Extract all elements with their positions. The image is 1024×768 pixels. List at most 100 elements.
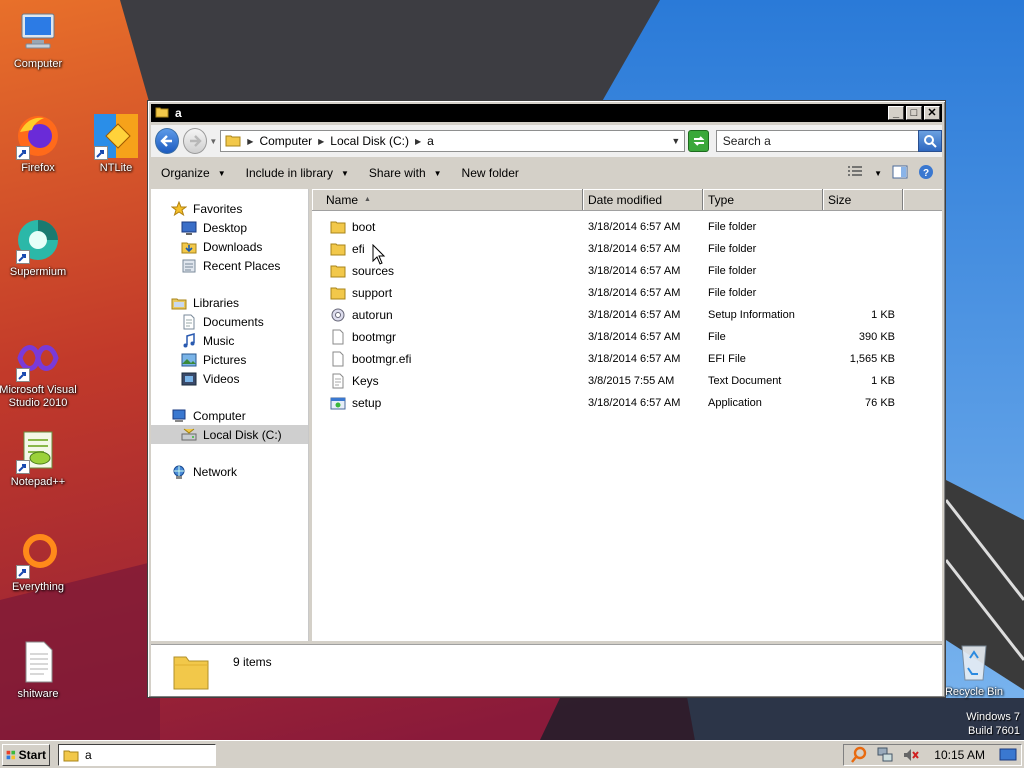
item-count: 9 items	[233, 655, 272, 669]
desktop-icon-supermium[interactable]: Supermium	[0, 216, 80, 279]
nav-music[interactable]: Music	[151, 331, 308, 350]
address-bar[interactable]: ▶ Computer ▶ Local Disk (C:) ▶ a ▼	[220, 130, 686, 152]
column-size[interactable]: Size	[823, 189, 903, 210]
desktop-icon-computer[interactable]: Computer	[0, 8, 80, 71]
recycle-bin-icon	[950, 636, 998, 684]
column-name[interactable]: Name ▲	[312, 189, 583, 210]
refresh-button[interactable]	[688, 130, 709, 152]
desktop-icon-firefox[interactable]: Firefox	[0, 112, 80, 175]
search-everything-tray-icon[interactable]	[850, 746, 868, 764]
watermark-line2: Build 7601	[968, 725, 1020, 737]
file-row[interactable]: setup 3/18/2014 6:57 AM Application 76 KB	[312, 392, 942, 414]
recent-pages-dropdown[interactable]: ▼	[209, 137, 217, 146]
file-name-cell[interactable]: autorun	[312, 307, 583, 323]
nav-recent-places[interactable]: Recent Places	[151, 256, 308, 275]
sort-up-icon: ▲	[364, 196, 371, 203]
desktop-icon-everything[interactable]: Everything	[0, 531, 80, 594]
taskbar-item-explorer[interactable]: a	[58, 743, 216, 766]
new-folder-button[interactable]: New folder	[452, 166, 529, 180]
file-row[interactable]: bootmgr.efi 3/18/2014 6:57 AM EFI File 1,56…	[312, 348, 942, 370]
forward-button[interactable]	[183, 128, 208, 154]
libraries-icon	[171, 298, 187, 309]
nav-videos[interactable]: Videos	[151, 369, 308, 388]
file-row[interactable]: sources 3/18/2014 6:57 AM File folder	[312, 260, 942, 282]
file-name-cell[interactable]: Keys	[312, 373, 583, 389]
nav-local-disk[interactable]: Local Disk (C:)	[151, 425, 308, 444]
file-name-cell[interactable]: efi	[312, 241, 583, 257]
search-input[interactable]: Search a	[715, 130, 942, 152]
setup-info-icon	[330, 307, 346, 323]
column-date[interactable]: Date modified	[583, 189, 703, 210]
nav-computer[interactable]: Computer	[151, 406, 308, 425]
file-row[interactable]: Keys 3/8/2015 7:55 AM Text Document 1 KB	[312, 370, 942, 392]
details-pane: 9 items	[151, 644, 942, 696]
file-name-cell[interactable]: sources	[312, 263, 583, 279]
minimize-button[interactable]: _	[888, 106, 904, 120]
chevron-right-icon[interactable]: ▶	[247, 137, 253, 146]
desktop-icon-notepadpp[interactable]: Notepad++	[0, 426, 80, 489]
share-with-button[interactable]: Share with ▼	[359, 166, 452, 180]
view-options-dropdown[interactable]: ▼	[874, 169, 882, 178]
chevron-right-icon[interactable]: ▶	[318, 137, 324, 146]
breadcrumb-a[interactable]: a	[427, 134, 434, 148]
star-icon	[171, 200, 187, 216]
search-placeholder: Search a	[722, 134, 771, 148]
file-date: 3/18/2014 6:57 AM	[588, 309, 681, 321]
taskbar: Start a 10:15 AM	[0, 740, 1024, 768]
breadcrumb-local-disk[interactable]: Local Disk (C:)	[330, 134, 409, 148]
column-filler	[903, 189, 942, 210]
file-row[interactable]: boot 3/18/2014 6:57 AM File folder	[312, 216, 942, 238]
desktop-icon-visual-studio[interactable]: Microsoft Visual Studio 2010	[0, 334, 80, 410]
nav-libraries[interactable]: Libraries	[151, 293, 308, 312]
start-button[interactable]: Start	[2, 743, 50, 766]
file-name-cell[interactable]: support	[312, 285, 583, 301]
file-name: setup	[352, 396, 382, 410]
nav-favorites[interactable]: Favorites	[151, 199, 308, 218]
file-row[interactable]: efi 3/18/2014 6:57 AM File folder	[312, 238, 942, 260]
nav-documents[interactable]: Documents	[151, 312, 308, 331]
shortcut-arrow-icon	[16, 146, 30, 160]
file-name-cell[interactable]: bootmgr.efi	[312, 351, 583, 367]
command-bar: Organize ▼ Include in library ▼ Share wi…	[151, 159, 942, 187]
network-tray-icon[interactable]	[876, 746, 894, 764]
file-date: 3/18/2014 6:57 AM	[588, 353, 681, 365]
windows-watermark: Windows 7 Build 7601	[966, 710, 1020, 738]
title-bar[interactable]: a _ □ ✕	[151, 104, 942, 122]
dropdown-arrow-icon: ▼	[341, 168, 349, 178]
new-folder-label: New folder	[461, 166, 519, 180]
favorites-group: Favorites Desktop Downloads Recent Place…	[151, 199, 308, 275]
svg-text:?: ?	[923, 168, 929, 179]
nav-desktop[interactable]: Desktop	[151, 218, 308, 237]
file-row[interactable]: autorun 3/18/2014 6:57 AM Setup Informatio…	[312, 304, 942, 326]
breadcrumb-computer[interactable]: Computer	[259, 134, 312, 148]
file-name-cell[interactable]: bootmgr	[312, 329, 583, 345]
file-row[interactable]: support 3/18/2014 6:57 AM File folder	[312, 282, 942, 304]
close-button[interactable]: ✕	[924, 106, 940, 120]
file-date: 3/18/2014 6:57 AM	[588, 397, 681, 409]
address-history-dropdown[interactable]: ▼	[671, 136, 680, 146]
nav-network[interactable]: Network	[151, 462, 308, 481]
volume-muted-icon[interactable]	[902, 746, 920, 764]
organize-button[interactable]: Organize ▼	[151, 166, 236, 180]
back-button[interactable]	[155, 128, 180, 154]
preview-pane-button[interactable]	[892, 165, 908, 182]
nav-downloads[interactable]: Downloads	[151, 237, 308, 256]
file-name-cell[interactable]: setup	[312, 395, 583, 411]
desktop-icon-ntlite[interactable]: NTLite	[74, 112, 158, 175]
nav-pictures[interactable]: Pictures	[151, 350, 308, 369]
file-name: bootmgr	[352, 330, 397, 344]
column-type[interactable]: Type	[703, 189, 823, 210]
file-name-cell[interactable]: boot	[312, 219, 583, 235]
include-in-library-button[interactable]: Include in library ▼	[236, 166, 359, 180]
visual-studio-icon	[14, 334, 62, 382]
clock[interactable]: 10:15 AM	[934, 748, 985, 762]
desktop-icon-shitware[interactable]: shitware	[0, 638, 80, 701]
help-button[interactable]: ?	[918, 164, 934, 183]
maximize-button[interactable]: □	[906, 106, 922, 120]
chevron-right-icon[interactable]: ▶	[415, 137, 421, 146]
change-view-button[interactable]	[846, 165, 864, 182]
search-button[interactable]	[917, 130, 942, 152]
watermark-line1: Windows 7	[966, 711, 1020, 723]
show-desktop-icon[interactable]	[999, 747, 1017, 763]
file-row[interactable]: bootmgr 3/18/2014 6:57 AM File 390 KB	[312, 326, 942, 348]
